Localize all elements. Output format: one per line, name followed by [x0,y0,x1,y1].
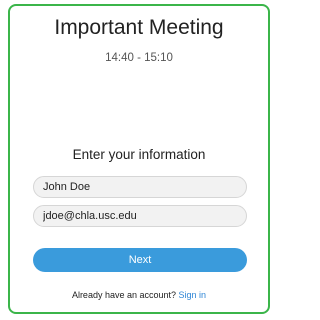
account-question-text: Already have an account? [71,290,177,300]
form-prompt: Enter your information [72,147,206,162]
meeting-time-range: 14:40 - 15:10 [105,52,173,64]
name-field[interactable] [33,176,247,198]
sign-in-link[interactable]: Sign in [179,290,207,300]
meeting-title: Important Meeting [54,16,224,39]
signin-prompt: Already have an account? Sign in [10,290,268,300]
email-field[interactable] [33,205,247,227]
next-button[interactable]: Next [33,248,247,272]
meeting-signup-card: Important Meeting 14:40 - 15:10 Enter yo… [8,4,270,314]
